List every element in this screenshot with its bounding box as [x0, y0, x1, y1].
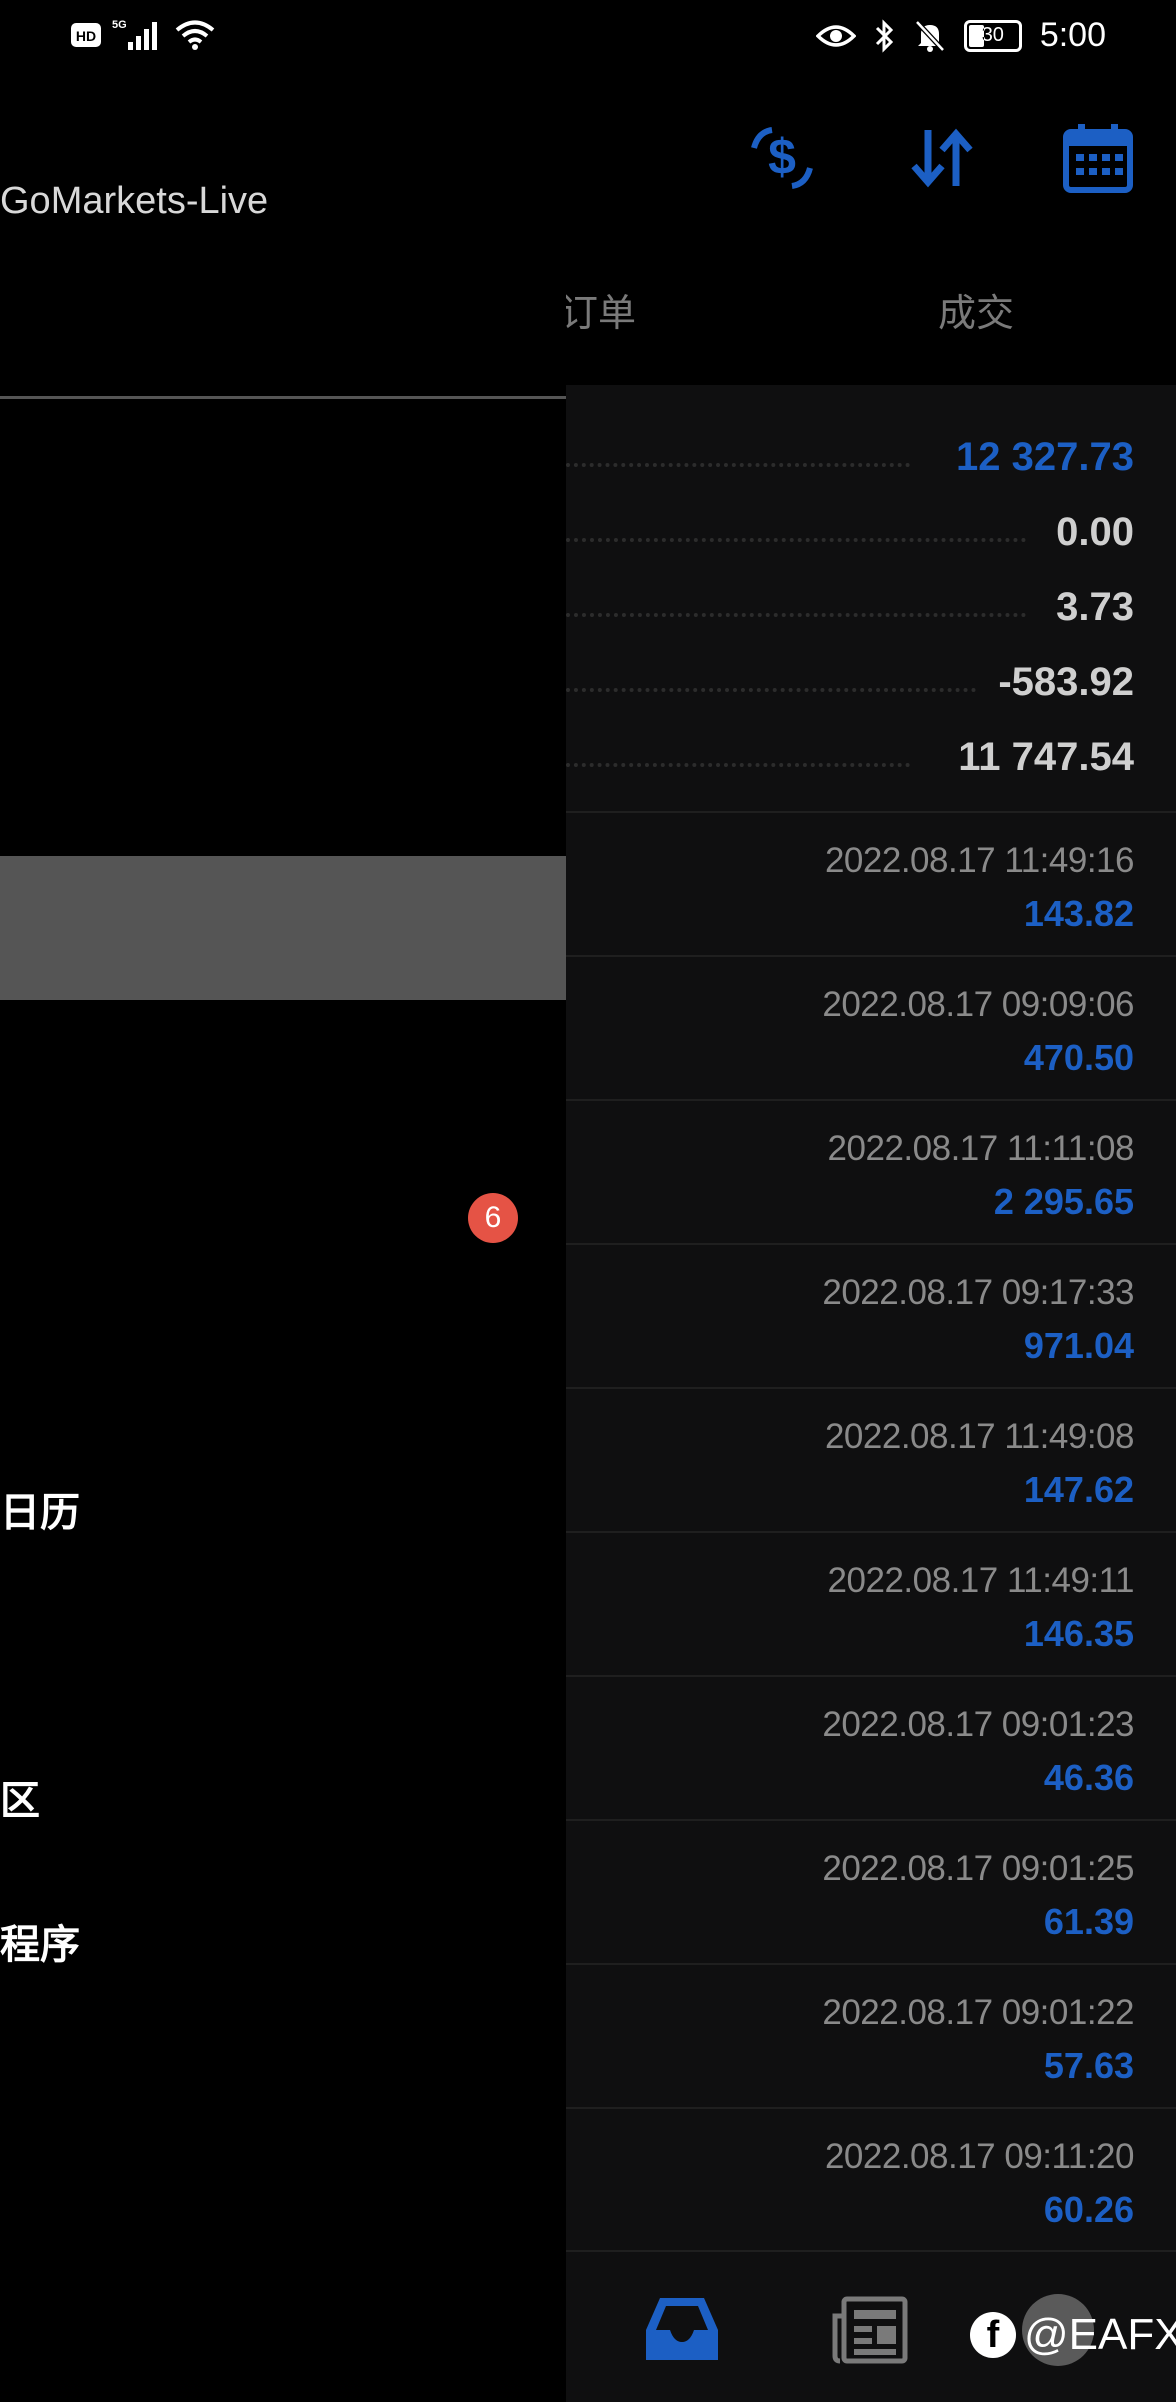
tab-deals[interactable]: 成交: [938, 282, 1014, 337]
hd-icon: HD: [71, 23, 101, 47]
list-item[interactable]: 2022.08.17 11:11:08 2 295.65: [566, 1099, 1176, 1245]
list-item[interactable]: 2022.08.17 09:11:20 60.26: [566, 2107, 1176, 2253]
summary-row: 3.73: [566, 575, 1176, 650]
bell-muted-icon: [914, 19, 945, 52]
deal-time: 2022.08.17 11:49:11: [827, 1561, 1135, 1600]
deal-amount: 146.35: [1023, 1613, 1134, 1654]
summary-value: 12 327.73: [956, 435, 1134, 479]
deal-amount: 470.50: [1023, 1037, 1134, 1078]
drawer-item-community[interactable]: 区: [0, 1768, 40, 1826]
news-icon[interactable]: [832, 2296, 908, 2364]
deal-amount: 143.82: [1023, 893, 1134, 934]
deal-time: 2022.08.17 11:49:08: [824, 1417, 1135, 1456]
deal-time: 2022.08.17 09:09:06: [822, 985, 1134, 1024]
account-title: GoMarkets-Live: [0, 180, 269, 222]
list-item[interactable]: 2022.08.17 09:01:23 46.36: [566, 1675, 1176, 1821]
watermark-text: @EAFX: [1024, 2310, 1176, 2359]
list-item[interactable]: 2022.08.17 11:49:16 143.82: [566, 811, 1176, 957]
deal-time: 2022.08.17 11:11:08: [827, 1129, 1135, 1168]
deal-amount: 57.63: [1043, 2045, 1134, 2086]
eye-icon: [815, 24, 856, 47]
currency-exchange-icon[interactable]: $: [742, 118, 822, 198]
deal-amount: 61.39: [1043, 1901, 1134, 1942]
deal-time: 2022.08.17 09:01:25: [822, 1849, 1134, 1888]
list-item[interactable]: 2022.08.17 09:01:25 61.39: [566, 1819, 1176, 1965]
drawer-item-selected[interactable]: [0, 856, 566, 1000]
wifi-icon: [175, 20, 215, 50]
list-item[interactable]: 2022.08.17 09:09:06 470.50: [566, 955, 1176, 1101]
list-item[interactable]: 2022.08.17 09:17:33 971.04: [566, 1243, 1176, 1389]
list-item[interactable]: 2022.08.17 09:01:22 57.63: [566, 1963, 1176, 2109]
deal-time: 2022.08.17 09:01:23: [822, 1705, 1134, 1744]
summary-row: 11 747.54: [566, 725, 1176, 800]
status-right: 30 5:00: [815, 16, 1106, 55]
list-item[interactable]: 2022.08.17 11:49:11 146.35: [566, 1531, 1176, 1677]
sort-icon[interactable]: [902, 118, 982, 198]
summary-row: -583.92: [566, 650, 1176, 725]
bluetooth-icon: [875, 18, 893, 53]
summary-value: -583.92: [998, 660, 1134, 704]
tab-bar: 订单 成交: [560, 282, 1176, 352]
deal-time: 2022.08.17 09:17:33: [822, 1273, 1134, 1312]
notification-badge: 6: [468, 1193, 518, 1243]
clock: 5:00: [1039, 16, 1106, 54]
status-left: HD 5G: [70, 18, 216, 52]
deal-amount: 971.04: [1023, 1325, 1134, 1366]
deal-amount: 60.26: [1043, 2189, 1134, 2230]
calendar-icon[interactable]: [1058, 118, 1138, 198]
battery-level: 30: [981, 24, 1004, 46]
svg-text:HD: HD: [76, 28, 96, 44]
summary-row: 12 327.73: [566, 425, 1176, 500]
svg-text:5G: 5G: [112, 19, 127, 31]
facebook-icon: f: [970, 2312, 1016, 2358]
tab-orders[interactable]: 订单: [560, 282, 636, 337]
summary-row: 0.00: [566, 500, 1176, 575]
deal-amount: 147.62: [1023, 1469, 1134, 1510]
drawer-item-applications[interactable]: 程序: [0, 1912, 80, 1970]
svg-text:$: $: [768, 129, 796, 185]
deal-time: 2022.08.17 09:11:20: [824, 2137, 1135, 2176]
summary-value: 0.00: [1056, 510, 1134, 554]
deal-time: 2022.08.17 09:01:22: [822, 1993, 1134, 2032]
deal-time: 2022.08.17 11:49:16: [824, 841, 1135, 880]
list-item[interactable]: 2022.08.17 11:49:08 147.62: [566, 1387, 1176, 1533]
summary-value: 3.73: [1056, 585, 1134, 629]
history-panel: 12 327.73 0.00 3.73 -583.92 11 747.54 20…: [566, 385, 1176, 2400]
battery-icon: 30: [963, 19, 1022, 52]
deal-amount: 2 295.65: [993, 1181, 1134, 1222]
watermark: f @EAFX: [970, 2310, 1176, 2360]
cellular-signal-icon: 5G: [112, 19, 157, 50]
drawer-divider: [0, 396, 566, 399]
deal-amount: 46.36: [1043, 1757, 1134, 1798]
inbox-icon[interactable]: [644, 2294, 720, 2364]
status-bar: HD 5G 30 5:00: [0, 0, 1176, 72]
summary-value: 11 747.54: [958, 735, 1134, 779]
drawer-item-calendar[interactable]: 日历: [0, 1480, 80, 1538]
